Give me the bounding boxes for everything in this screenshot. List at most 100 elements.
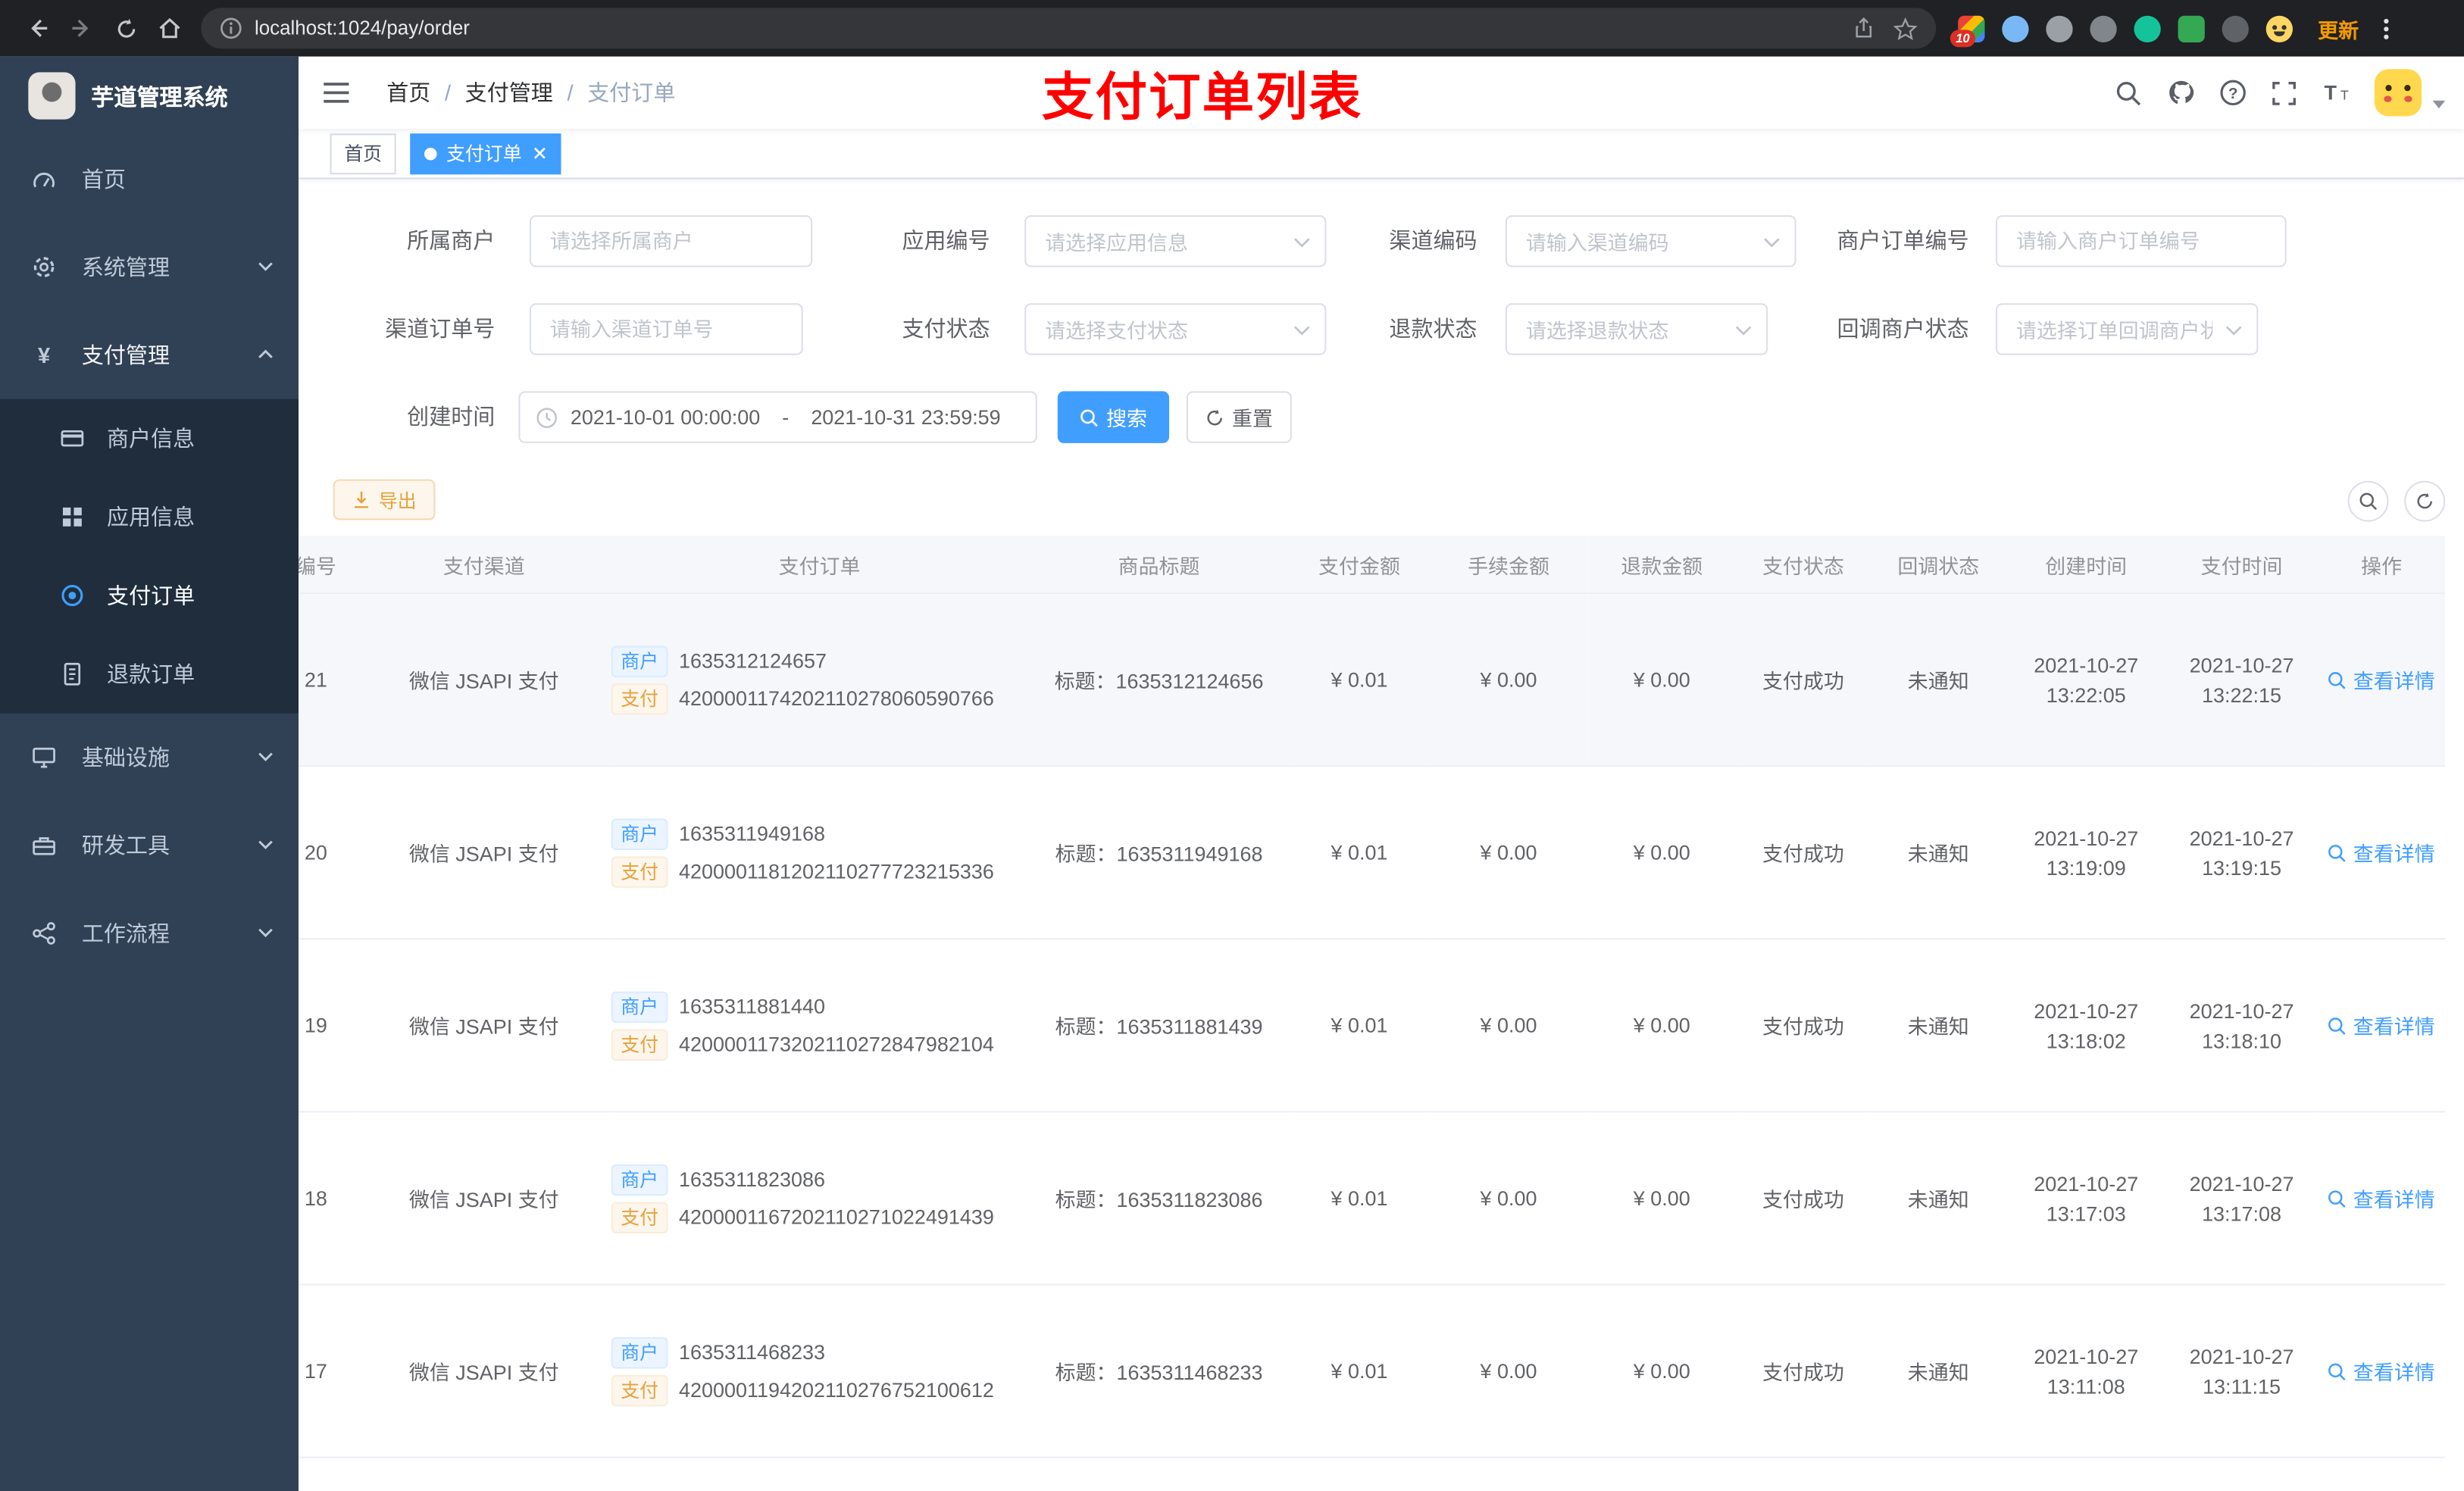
select-placeholder: 请选择退款状态 [1525, 319, 1669, 343]
chevron-down-icon [2225, 324, 2243, 336]
app-title: 芋道管理系统 [91, 86, 228, 111]
sidebar-item-refund-order[interactable]: 退款订单 [0, 635, 299, 714]
pay-no: 4200001174202110278060590766 [679, 686, 994, 711]
site-info-icon[interactable] [220, 17, 242, 39]
fullscreen-icon[interactable] [2258, 57, 2309, 129]
sidebar-item-system[interactable]: 系统管理 [0, 223, 299, 311]
filter-label-create-time: 创建时间 [407, 404, 496, 430]
breadcrumb-separator: / [567, 80, 574, 105]
pay-no: 4200001167202110271022491439 [679, 1205, 994, 1229]
profile-avatar-icon[interactable] [2265, 14, 2293, 42]
hamburger-icon[interactable] [321, 77, 352, 108]
view-detail-link[interactable]: 查看详情 [2328, 664, 2435, 694]
refresh-button[interactable] [2404, 480, 2446, 522]
tab-home[interactable]: 首页 [330, 133, 396, 174]
sidebar-item-payment[interactable]: ¥ 支付管理 [0, 311, 299, 399]
font-size-icon[interactable]: TT [2310, 57, 2362, 129]
clock-icon [536, 406, 558, 428]
breadcrumb-item-payment[interactable]: 支付管理 [465, 77, 553, 108]
url-text[interactable]: localhost:1024/pay/order [255, 17, 470, 39]
browser-update-button[interactable]: 更新 [2318, 14, 2359, 43]
column-header-amount: 支付金额 [1288, 536, 1431, 594]
extension-icon-7[interactable] [2222, 14, 2249, 42]
sidebar-item-home[interactable]: 首页 [0, 135, 299, 223]
cell-pay-order: 商户 1635311949168 支付 4200001181202110277723… [609, 766, 1030, 940]
table-row[interactable]: 19 微信 JSAPI 支付 商户 1635311881440 支付 4200001… [299, 939, 2446, 1113]
search-button[interactable]: 搜索 [1057, 391, 1170, 443]
table-row[interactable]: 17 微信 JSAPI 支付 商户 1635311468233 支付 4200001… [299, 1284, 2446, 1458]
sidebar-item-merchant-info[interactable]: 商户信息 [0, 399, 299, 478]
cell-title [1029, 1457, 1289, 1491]
column-header-fee: 手续金额 [1430, 536, 1587, 594]
column-header-actions: 操作 [2318, 536, 2446, 594]
toggle-search-button[interactable] [2347, 480, 2389, 522]
sidebar-item-app-info[interactable]: 应用信息 [0, 477, 299, 556]
breadcrumb-item-home[interactable]: 首页 [386, 77, 430, 108]
home-icon[interactable] [148, 6, 192, 50]
address-bar[interactable]: localhost:1024/pay/order [201, 8, 1937, 49]
cell-amount: ¥ 0.01 [1288, 1111, 1431, 1286]
table-row[interactable]: 21 微信 JSAPI 支付 商户 1635312124657 支付 4200001… [299, 592, 2446, 767]
view-detail-link[interactable]: 查看详情 [2328, 1183, 2435, 1213]
date-end-value[interactable]: 2021-10-31 23:59:59 [811, 405, 1000, 429]
refund-status-select[interactable]: 请选择退款状态 [1505, 303, 1768, 355]
view-detail-link[interactable]: 查看详情 [2328, 1356, 2435, 1386]
column-header-create-time: 创建时间 [2006, 536, 2165, 594]
cell-pay-order: 商户 1635311823086 支付 4200001167202110271022… [609, 1111, 1030, 1286]
cell-refund: ¥ 0.00 [1587, 1111, 1737, 1286]
share-icon[interactable] [1853, 17, 1875, 39]
extension-icon-2[interactable] [2002, 14, 2029, 42]
sidebar-item-infra[interactable]: 基础设施 [0, 714, 299, 802]
merchant-select[interactable] [529, 215, 813, 267]
tab-pay-order[interactable]: 支付订单 [410, 133, 561, 174]
app-logo[interactable]: 芋道管理系统 [0, 57, 299, 136]
view-detail-link[interactable]: 查看详情 [2328, 1011, 2435, 1040]
gear-icon [31, 255, 56, 280]
column-header-title: 商品标题 [1029, 536, 1289, 594]
sidebar-item-workflow[interactable]: 工作流程 [0, 889, 299, 977]
sidebar-item-label: 支付管理 [81, 342, 170, 368]
select-placeholder: 请选择应用信息 [1045, 230, 1188, 255]
cell-create-time [2006, 1457, 2165, 1491]
reset-button[interactable]: 重置 [1186, 391, 1292, 443]
extension-icon-1[interactable]: 10 [1950, 14, 1985, 47]
cell-notify: 未通知 [1870, 1111, 2007, 1286]
reload-icon[interactable] [104, 6, 148, 50]
sidebar-item-pay-order[interactable]: 支付订单 [0, 556, 299, 635]
search-icon[interactable] [2103, 57, 2154, 129]
close-icon[interactable] [533, 146, 547, 161]
pay-no: 4200001194202110276752100612 [679, 1377, 994, 1402]
tab-label: 支付订单 [446, 142, 522, 165]
channel-code-select[interactable]: 请输入渠道编码 [1505, 215, 1796, 267]
view-detail-link[interactable]: 查看详情 [2328, 837, 2435, 867]
help-icon[interactable]: ? [2206, 57, 2258, 129]
merchant-order-no-input[interactable] [1995, 215, 2287, 267]
bookmark-star-icon[interactable] [1893, 16, 1918, 40]
extension-icon-4[interactable] [2090, 14, 2117, 42]
user-avatar[interactable] [2374, 69, 2422, 117]
browser-menu-icon[interactable] [2378, 12, 2395, 45]
cell-pay-order: 商户1635311517126 支付 [609, 1457, 1030, 1491]
extension-icon-3[interactable] [2046, 14, 2073, 42]
extension-icon-5[interactable] [2134, 14, 2161, 42]
create-time-range-picker[interactable]: 2021-10-01 00:00:00 - 2021-10-31 23:59:5… [518, 391, 1037, 443]
sidebar-item-devtools[interactable]: 研发工具 [0, 802, 299, 889]
chevron-down-icon[interactable] [2432, 99, 2446, 108]
cell-pay-time: 2021-10-27 13:18:10 [2165, 939, 2319, 1113]
table-row[interactable]: 20 微信 JSAPI 支付 商户 1635311949168 支付 4200001… [299, 766, 2446, 940]
cell-fee: ¥ 0.00 [1430, 1284, 1587, 1458]
callback-status-select[interactable]: 请选择订单回调商户状态 [1995, 303, 2259, 355]
channel-order-no-input[interactable] [529, 303, 803, 355]
pay-tag: 支付 [611, 1028, 668, 1060]
cell-create-time: 2021-10-27 13:17:03 [2006, 1111, 2165, 1286]
back-icon[interactable] [16, 6, 60, 50]
date-start-value[interactable]: 2021-10-01 00:00:00 [571, 405, 760, 429]
extension-icon-6[interactable] [2178, 14, 2205, 42]
github-icon[interactable] [2154, 57, 2206, 129]
table-row[interactable]: 18 微信 JSAPI 支付 商户 1635311823086 支付 4200001… [299, 1111, 2446, 1286]
cell-pay-time: 2021-10-27 13:22:15 [2165, 592, 2319, 767]
forward-icon[interactable] [60, 6, 104, 50]
table-row[interactable]: 16 微信 JSAPI 支付 商户1635311517126 支付 [299, 1457, 2446, 1491]
export-button[interactable]: 导出 [333, 479, 436, 520]
sidebar-item-label: 应用信息 [107, 504, 195, 530]
